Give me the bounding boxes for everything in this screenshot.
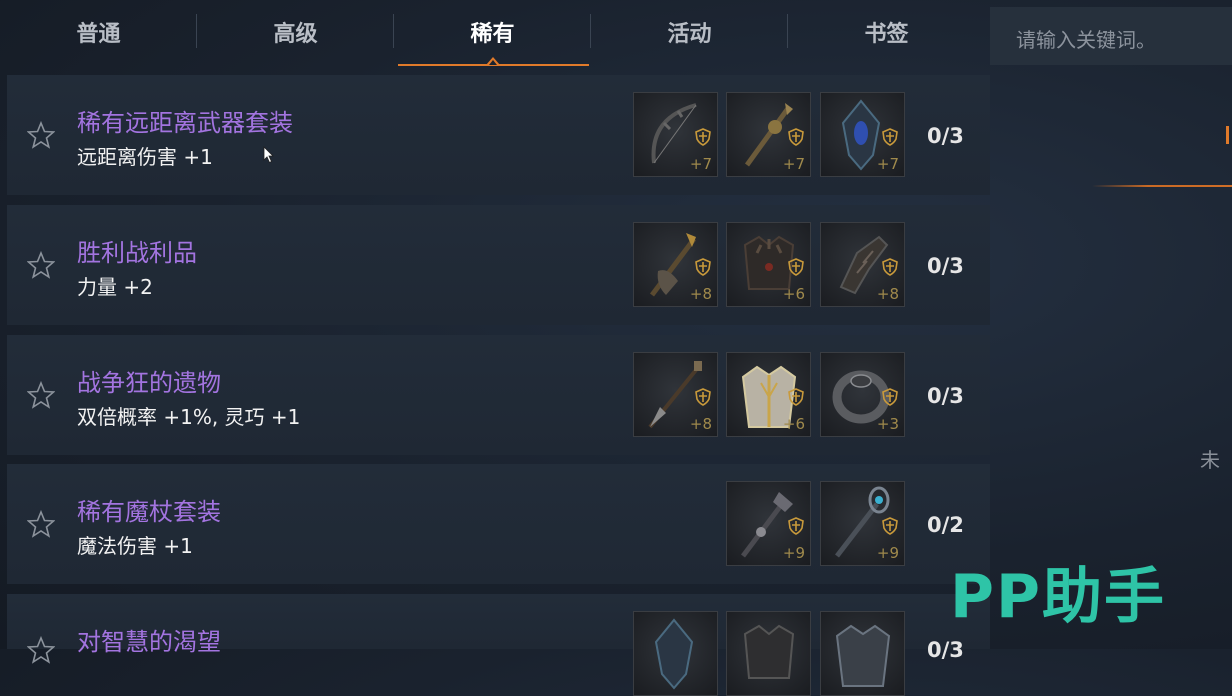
item-level: +7 [876,155,899,173]
item-level: +6 [782,285,805,303]
bookmark-star-icon[interactable] [27,251,55,279]
item-level: +7 [689,155,712,173]
set-row[interactable]: 对智慧的渴望 0/3 [7,594,990,696]
item-slot[interactable]: +8 [633,352,718,437]
watermark-logo: PP助手 [950,562,1166,632]
bookmark-star-icon[interactable] [27,636,55,664]
item-level: +3 [876,415,899,433]
set-name: 战争狂的遗物 [77,369,221,397]
item-level: +8 [689,415,712,433]
set-name: 稀有魔杖套装 [77,498,221,526]
tab-label: 高级 [273,22,318,47]
item-level: +8 [876,285,899,303]
set-progress: 0/3 [927,254,964,278]
item-slot[interactable] [633,611,718,696]
set-name: 稀有远距离武器套装 [77,109,293,137]
active-tab-caret-icon [485,57,500,65]
set-shield-icon [882,388,898,406]
set-progress: 0/2 [927,513,964,537]
gem-amulet-icon [654,618,694,690]
set-shield-icon [882,517,898,535]
item-slot[interactable]: +8 [820,222,905,307]
tab-label: 活动 [667,22,712,47]
tab-normal[interactable]: 普通 [0,0,197,66]
set-row[interactable]: 胜利战利品 力量 +2 +8 +6 +8 0/3 [7,205,990,325]
mouse-cursor-icon [263,146,274,164]
set-row[interactable]: 稀有远距离武器套装 远距离伤害 +1 +7 +7 +7 0/3 [7,75,990,195]
item-slot[interactable]: +7 [726,92,811,177]
set-name: 对智慧的渴望 [77,628,221,656]
set-progress: 0/3 [927,638,964,662]
set-bonus: 双倍概率 +1%, 灵巧 +1 [77,405,301,429]
side-panel-text: 未 [1200,448,1220,472]
set-shield-icon [882,258,898,276]
item-slot[interactable] [726,611,811,696]
bookmark-star-icon[interactable] [27,121,55,149]
item-slot[interactable]: +7 [633,92,718,177]
tab-event[interactable]: 活动 [591,0,788,66]
robe-icon [835,624,891,687]
set-shield-icon [788,388,804,406]
category-tabs: 普通 高级 稀有 活动 书签 [0,0,990,66]
tab-label: 普通 [76,22,121,47]
tab-label: 书签 [864,22,909,47]
set-progress: 0/3 [927,124,964,148]
item-slot[interactable]: +8 [633,222,718,307]
item-level: +9 [782,544,805,562]
tab-advanced[interactable]: 高级 [197,0,394,66]
side-panel-accent [1226,126,1229,144]
tab-rare[interactable]: 稀有 [394,0,591,66]
item-level: +6 [782,415,805,433]
set-row[interactable]: 稀有魔杖套装 魔法伤害 +1 +9 +9 0/2 [7,464,990,584]
item-level: +9 [876,544,899,562]
set-bonus: 魔法伤害 +1 [77,534,193,558]
tab-bookmark[interactable]: 书签 [788,0,985,66]
item-slot[interactable]: +3 [820,352,905,437]
set-bonus: 远距离伤害 +1 [77,145,213,169]
item-slot[interactable]: +7 [820,92,905,177]
item-slot[interactable]: +6 [726,352,811,437]
set-shield-icon [882,128,898,146]
item-level: +8 [689,285,712,303]
set-shield-icon [788,517,804,535]
set-bonus: 力量 +2 [77,275,153,299]
tab-label: 稀有 [470,22,515,47]
armor-icon [743,624,795,679]
search-input[interactable]: 请输入关键词。 [990,7,1232,65]
side-panel-divider [1092,185,1232,187]
set-shield-icon [695,258,711,276]
item-slot[interactable] [820,611,905,696]
set-progress: 0/3 [927,384,964,408]
set-shield-icon [695,128,711,146]
set-row[interactable]: 战争狂的遗物 双倍概率 +1%, 灵巧 +1 +8 +6 +3 0/3 [7,335,990,455]
item-slot[interactable]: +9 [820,481,905,566]
set-shield-icon [788,128,804,146]
bookmark-star-icon[interactable] [27,381,55,409]
item-slot[interactable]: +6 [726,222,811,307]
bookmark-star-icon[interactable] [27,510,55,538]
set-shield-icon [788,258,804,276]
item-slot[interactable]: +9 [726,481,811,566]
item-level: +7 [782,155,805,173]
set-name: 胜利战利品 [77,239,197,267]
set-shield-icon [695,388,711,406]
